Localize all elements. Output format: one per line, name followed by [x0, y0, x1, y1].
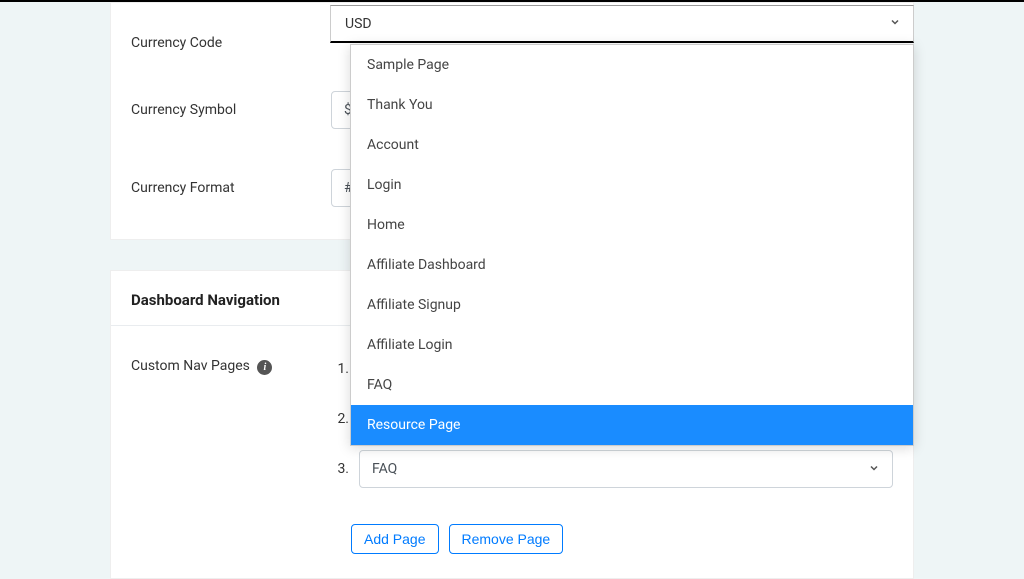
dropdown-option[interactable]: Resource Page [351, 405, 913, 445]
nav-item-row: 3. FAQ [331, 450, 893, 488]
dropdown-option[interactable]: Home [351, 205, 913, 245]
custom-nav-pages-label: Custom Nav Pages [131, 358, 250, 374]
currency-symbol-label: Currency Symbol [131, 102, 331, 118]
dropdown-option[interactable]: Affiliate Dashboard [351, 245, 913, 285]
dropdown-option[interactable]: Affiliate Signup [351, 285, 913, 325]
nav-item-number: 3. [331, 461, 359, 477]
chevron-down-icon [868, 462, 880, 477]
chevron-down-icon [889, 16, 901, 31]
currency-code-select[interactable]: USD [330, 5, 914, 43]
dropdown-option[interactable]: Affiliate Login [351, 325, 913, 365]
dropdown-option[interactable]: Thank You [351, 85, 913, 125]
currency-code-label: Currency Code [131, 35, 331, 51]
nav-item-select[interactable]: FAQ [359, 450, 893, 488]
page-dropdown[interactable]: Sample PageThank YouAccountLoginHomeAffi… [350, 44, 914, 446]
dropdown-option[interactable]: FAQ [351, 365, 913, 405]
info-icon[interactable]: i [257, 360, 272, 375]
currency-code-value: USD [345, 16, 372, 32]
dropdown-option[interactable]: Sample Page [351, 45, 913, 85]
dropdown-option[interactable]: Login [351, 165, 913, 205]
dropdown-option[interactable]: Account [351, 125, 913, 165]
nav-item-value: FAQ [372, 461, 397, 477]
currency-format-label: Currency Format [131, 180, 331, 196]
